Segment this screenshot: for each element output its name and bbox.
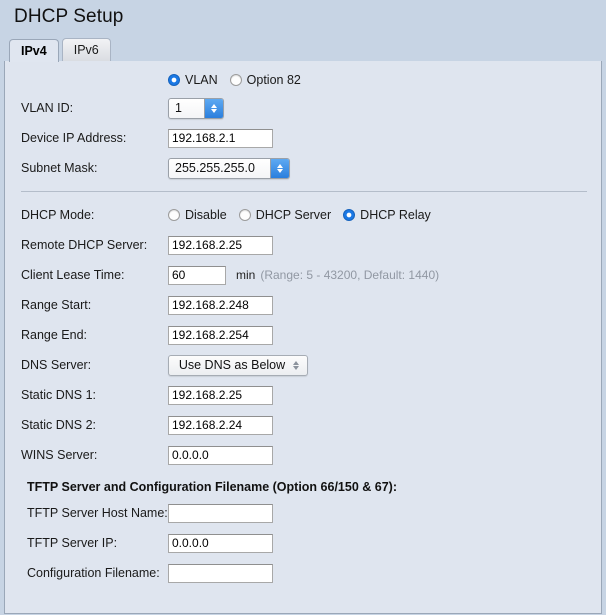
mode-selector-group: VLAN Option 82 (168, 73, 313, 87)
row-vlan-id: VLAN ID: 1 (5, 93, 601, 123)
stepper-icon-vlan-id[interactable] (204, 98, 223, 118)
chevron-up-icon (211, 103, 217, 108)
row-range-start: Range Start: 192.168.2.248 (5, 290, 601, 320)
dhcp-mode-group: Disable DHCP Server DHCP Relay (168, 208, 443, 222)
radio-option-dhcp-server[interactable]: DHCP Server (238, 208, 332, 222)
label-config-filename: Configuration Filename: (27, 566, 160, 580)
label-range-start: Range Start: (21, 298, 92, 312)
tab-ipv6[interactable]: IPv6 (61, 38, 111, 61)
chevron-down-icon (277, 168, 283, 173)
radio-indicator-vlan[interactable] (168, 74, 180, 86)
input-static-dns-2[interactable]: 192.168.2.24 (168, 415, 273, 435)
mode-selector-row: VLAN Option 82 (5, 67, 601, 93)
input-range-end[interactable]: 192.168.2.254 (168, 325, 273, 345)
radio-label-vlan: VLAN (185, 73, 218, 87)
label-client-lease-time: Client Lease Time: (21, 268, 125, 282)
row-device-ip: Device IP Address: 192.168.2.1 (5, 123, 601, 153)
label-device-ip: Device IP Address: (21, 131, 127, 145)
label-remote-dhcp-server: Remote DHCP Server: (21, 238, 148, 252)
row-subnet-mask: Subnet Mask: 255.255.255.0 (5, 153, 601, 183)
select-vlan-id[interactable]: 1 (168, 97, 224, 119)
input-device-ip[interactable]: 192.168.2.1 (168, 128, 273, 148)
select-subnet-mask[interactable]: 255.255.255.0 (168, 157, 290, 179)
input-static-dns-1[interactable]: 192.168.2.25 (168, 385, 273, 405)
select-subnet-mask-value: 255.255.255.0 (175, 161, 255, 175)
row-tftp-server-ip: TFTP Server IP: 0.0.0.0 (5, 528, 601, 558)
row-wins-server: WINS Server: 0.0.0.0 (5, 440, 601, 470)
radio-option-vlan[interactable]: VLAN (168, 73, 218, 87)
page-title: DHCP Setup (14, 6, 124, 27)
label-static-dns-1: Static DNS 1: (21, 388, 97, 402)
chevron-down-icon (211, 108, 217, 113)
input-config-filename[interactable] (168, 563, 273, 583)
select-dns-server[interactable]: Use DNS as Below (168, 354, 308, 376)
input-range-start[interactable]: 192.168.2.248 (168, 295, 273, 315)
radio-indicator-dhcp-relay[interactable] (343, 209, 356, 221)
row-config-filename: Configuration Filename: (5, 558, 601, 588)
radio-option-dhcp-relay[interactable]: DHCP Relay (343, 208, 431, 222)
row-client-lease-time: Client Lease Time: 60 min (Range: 5 - 43… (5, 260, 601, 290)
radio-option-disable[interactable]: Disable (168, 208, 227, 222)
label-dhcp-mode: DHCP Mode: (21, 208, 95, 222)
chevron-up-icon (277, 163, 283, 168)
unit-client-lease-time: min (236, 268, 256, 282)
section-divider (21, 191, 587, 192)
label-tftp-host-name: TFTP Server Host Name: (27, 506, 168, 520)
tftp-section-heading: TFTP Server and Configuration Filename (… (27, 480, 397, 494)
input-tftp-server-ip[interactable]: 0.0.0.0 (168, 533, 273, 553)
radio-label-disable: Disable (185, 208, 227, 222)
select-vlan-id-value: 1 (175, 101, 182, 115)
radio-option-option82[interactable]: Option 82 (229, 73, 301, 87)
row-tftp-host-name: TFTP Server Host Name: (5, 498, 601, 528)
input-wins-server[interactable]: 0.0.0.0 (168, 445, 273, 465)
stepper-icon-dns-server[interactable] (289, 360, 307, 370)
row-dns-server: DNS Server: Use DNS as Below (5, 350, 601, 380)
chevron-up-icon (293, 360, 300, 365)
input-client-lease-time[interactable]: 60 (168, 265, 226, 285)
row-static-dns-1: Static DNS 1: 192.168.2.25 (5, 380, 601, 410)
chevron-down-icon (293, 365, 300, 370)
input-tftp-host-name[interactable] (168, 503, 273, 523)
label-static-dns-2: Static DNS 2: (21, 418, 97, 432)
label-tftp-server-ip: TFTP Server IP: (27, 536, 118, 550)
label-range-end: Range End: (21, 328, 88, 342)
label-subnet-mask: Subnet Mask: (21, 161, 98, 175)
radio-indicator-dhcp-server[interactable] (238, 209, 251, 221)
radio-label-dhcp-relay: DHCP Relay (360, 208, 431, 222)
tab-ipv4[interactable]: IPv4 (9, 39, 59, 62)
dhcp-settings-panel: VLAN Option 82 VLAN ID: 1 Device IP Addr… (4, 60, 602, 614)
hint-client-lease-time-range: (Range: 5 - 43200, Default: 1440) (260, 268, 440, 282)
page-header: DHCP Setup (0, 0, 606, 33)
radio-label-dhcp-server: DHCP Server (255, 208, 332, 222)
tab-bar: IPv4 IPv6 (0, 33, 606, 62)
radio-indicator-disable[interactable] (168, 209, 180, 221)
stepper-icon-subnet-mask[interactable] (270, 158, 289, 178)
label-dns-server: DNS Server: (21, 358, 92, 372)
row-static-dns-2: Static DNS 2: 192.168.2.24 (5, 410, 601, 440)
label-vlan-id: VLAN ID: (21, 101, 74, 115)
row-range-end: Range End: 192.168.2.254 (5, 320, 601, 350)
row-dhcp-mode: DHCP Mode: Disable DHCP Server DHCP Rela… (5, 200, 601, 230)
label-wins-server: WINS Server: (21, 448, 98, 462)
radio-indicator-option82[interactable] (229, 74, 242, 86)
row-remote-dhcp-server: Remote DHCP Server: 192.168.2.25 (5, 230, 601, 260)
input-remote-dhcp-server[interactable]: 192.168.2.25 (168, 235, 273, 255)
radio-label-option82: Option 82 (246, 73, 301, 87)
select-dns-server-value: Use DNS as Below (178, 358, 286, 372)
